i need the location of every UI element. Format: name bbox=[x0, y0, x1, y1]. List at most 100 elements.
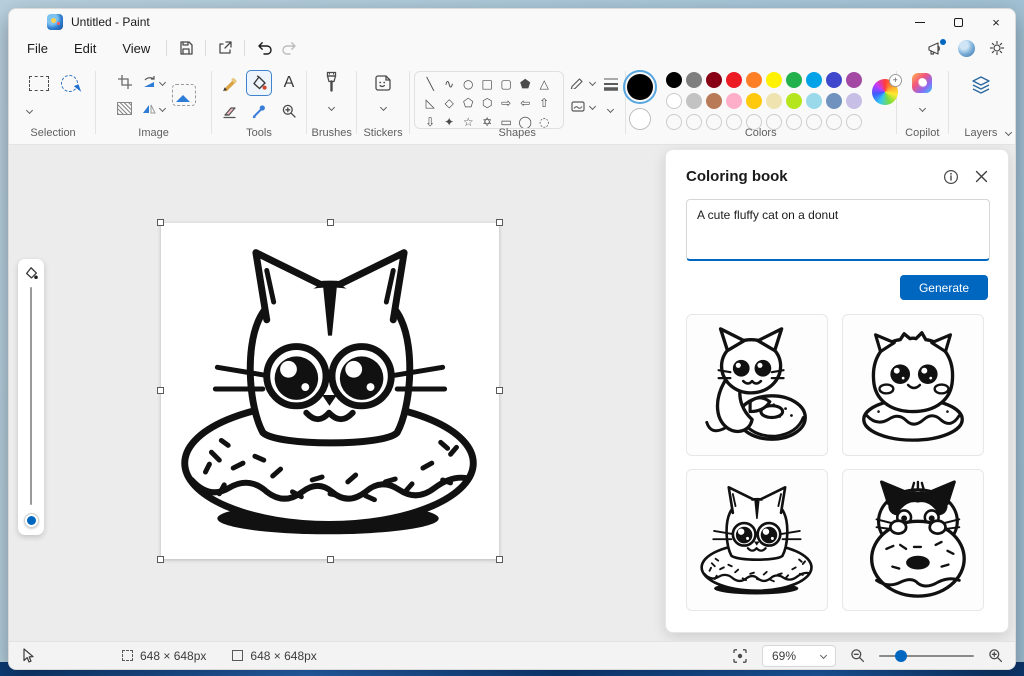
slider-handle[interactable] bbox=[23, 513, 39, 528]
selection-handle-n[interactable] bbox=[327, 219, 334, 226]
shape-option[interactable]: ◇ bbox=[440, 93, 459, 112]
undo-button[interactable] bbox=[251, 37, 277, 59]
selection-handle-se[interactable] bbox=[496, 556, 503, 563]
result-thumbnail-3[interactable] bbox=[686, 469, 828, 611]
crop-button[interactable] bbox=[117, 74, 133, 90]
palette-color[interactable] bbox=[805, 72, 822, 88]
generate-button[interactable]: Generate bbox=[900, 275, 988, 300]
pencil-tool-button[interactable] bbox=[221, 75, 238, 92]
edit-with-image-creator-button[interactable] bbox=[171, 84, 196, 106]
resize-button[interactable] bbox=[117, 101, 133, 115]
slider-track[interactable] bbox=[29, 287, 33, 505]
account-avatar[interactable] bbox=[958, 39, 975, 57]
shape-outline-dropdown[interactable] bbox=[570, 75, 596, 89]
shape-option[interactable]: ⇨ bbox=[497, 93, 516, 112]
flip-button[interactable] bbox=[141, 101, 166, 115]
menu-file[interactable]: File bbox=[17, 38, 58, 59]
shapes-gallery[interactable]: ╲∿○□▢⬟△◺◇⬠⬡⇨⇦⇧⇩✦☆✡▭◯◌◠∿ bbox=[413, 71, 564, 129]
palette-color[interactable] bbox=[785, 72, 802, 88]
palette-color[interactable] bbox=[845, 93, 862, 109]
palette-color[interactable] bbox=[745, 72, 762, 88]
palette-color[interactable] bbox=[825, 72, 842, 88]
palette-color[interactable] bbox=[705, 72, 722, 88]
fill-tool-button-selected[interactable] bbox=[246, 70, 273, 96]
zoom-slider-handle[interactable] bbox=[895, 649, 907, 662]
result-thumbnail-4[interactable] bbox=[842, 469, 984, 611]
shape-option[interactable]: ⬠ bbox=[459, 93, 478, 112]
palette-color[interactable] bbox=[765, 72, 782, 88]
color-picker-tool-button[interactable] bbox=[251, 103, 267, 119]
palette-color[interactable] bbox=[745, 93, 762, 109]
copilot-dropdown[interactable] bbox=[918, 98, 926, 116]
panel-close-button[interactable] bbox=[975, 170, 988, 183]
rectangle-select-button[interactable] bbox=[28, 76, 49, 91]
info-button[interactable] bbox=[943, 169, 959, 185]
palette-color[interactable] bbox=[805, 93, 822, 109]
rotate-button[interactable] bbox=[141, 75, 166, 89]
selection-handle-ne[interactable] bbox=[496, 219, 503, 226]
fit-to-screen-button[interactable] bbox=[732, 648, 748, 664]
shape-option[interactable]: ∿ bbox=[440, 74, 459, 93]
share-button[interactable] bbox=[212, 37, 238, 59]
copilot-button[interactable] bbox=[912, 73, 933, 93]
menu-view[interactable]: View bbox=[112, 38, 160, 59]
layers-button[interactable] bbox=[970, 75, 992, 95]
shape-option[interactable]: ○ bbox=[459, 74, 478, 93]
shape-option[interactable]: □ bbox=[478, 74, 497, 93]
minimize-button[interactable] bbox=[901, 9, 939, 35]
save-button[interactable] bbox=[173, 37, 199, 59]
palette-color[interactable] bbox=[765, 93, 782, 109]
redo-button[interactable] bbox=[277, 37, 303, 59]
foreground-color-swatch[interactable] bbox=[622, 70, 657, 104]
stickers-dropdown[interactable] bbox=[379, 97, 387, 115]
palette-color[interactable] bbox=[705, 93, 722, 109]
freeform-select-button[interactable] bbox=[60, 75, 78, 92]
shape-option[interactable]: ╲ bbox=[421, 74, 440, 93]
palette-color[interactable] bbox=[825, 93, 842, 109]
palette-color[interactable] bbox=[725, 93, 742, 109]
zoom-slider[interactable] bbox=[879, 649, 974, 662]
palette-color[interactable] bbox=[785, 93, 802, 109]
edit-colors-button[interactable] bbox=[871, 74, 902, 105]
feedback-button[interactable] bbox=[927, 38, 946, 56]
palette-color[interactable] bbox=[665, 93, 682, 109]
shape-option[interactable]: ⬡ bbox=[478, 93, 497, 112]
shape-option[interactable]: ▢ bbox=[497, 74, 516, 93]
selection-handle-nw[interactable] bbox=[157, 219, 164, 226]
selection-handle-w[interactable] bbox=[157, 387, 164, 394]
selection-handle-s[interactable] bbox=[327, 556, 334, 563]
maximize-button[interactable] bbox=[939, 9, 977, 35]
shape-option[interactable]: ◺ bbox=[421, 93, 440, 112]
brushes-dropdown[interactable] bbox=[328, 97, 336, 115]
selection-options-dropdown[interactable] bbox=[25, 100, 34, 118]
prompt-input[interactable] bbox=[686, 199, 990, 261]
selection-handle-sw[interactable] bbox=[157, 556, 164, 563]
eraser-tool-button[interactable] bbox=[221, 104, 238, 119]
zoom-level-dropdown[interactable]: 69% bbox=[762, 644, 836, 667]
selection-handle-e[interactable] bbox=[496, 387, 503, 394]
size-dropdown[interactable] bbox=[601, 75, 621, 93]
brushes-button[interactable] bbox=[324, 71, 339, 93]
shape-option[interactable]: ⬟ bbox=[516, 74, 535, 93]
settings-button[interactable] bbox=[989, 40, 1005, 56]
menu-edit[interactable]: Edit bbox=[64, 38, 106, 59]
canvas[interactable] bbox=[157, 219, 503, 563]
result-thumbnail-2[interactable] bbox=[842, 314, 984, 456]
close-button[interactable]: × bbox=[977, 9, 1015, 35]
shape-option[interactable]: △ bbox=[535, 74, 554, 93]
stickers-button[interactable] bbox=[373, 73, 393, 93]
shape-fill-dropdown[interactable] bbox=[570, 99, 596, 113]
text-tool-button[interactable]: A bbox=[284, 74, 295, 92]
zoom-in-button[interactable] bbox=[988, 648, 1003, 663]
shape-option[interactable]: ⇧ bbox=[535, 93, 554, 112]
palette-color[interactable] bbox=[845, 72, 862, 88]
magnifier-tool-button[interactable] bbox=[281, 103, 297, 119]
titlebar[interactable]: Untitled - Paint × bbox=[9, 9, 1015, 35]
palette-color[interactable] bbox=[665, 72, 682, 88]
palette-color[interactable] bbox=[685, 93, 702, 109]
result-thumbnail-1[interactable] bbox=[686, 314, 828, 456]
zoom-out-button[interactable] bbox=[850, 648, 865, 663]
palette-color[interactable] bbox=[725, 72, 742, 88]
palette-color[interactable] bbox=[685, 72, 702, 88]
shape-option[interactable]: ⇦ bbox=[516, 93, 535, 112]
